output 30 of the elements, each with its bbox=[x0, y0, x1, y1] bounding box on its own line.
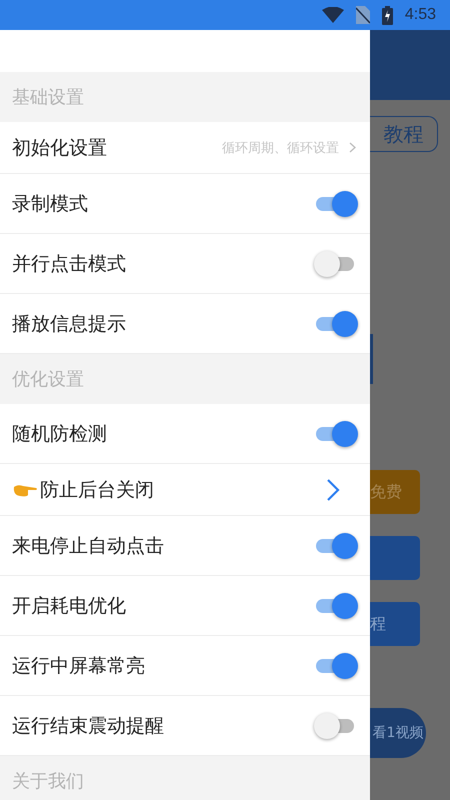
toggle-switch[interactable] bbox=[314, 420, 356, 446]
pointing-hand-icon bbox=[12, 482, 38, 496]
setting-label[interactable]: 防止后台关闭 bbox=[40, 476, 326, 502]
toggle-switch[interactable] bbox=[314, 190, 356, 216]
toggle-switch[interactable] bbox=[314, 652, 356, 678]
setting-label[interactable]: 来电停止自动点击 bbox=[12, 532, 314, 558]
toggle-switch[interactable] bbox=[314, 250, 356, 276]
setting-label[interactable]: 运行结束震动提醒 bbox=[12, 712, 314, 738]
wifi-icon bbox=[322, 7, 344, 23]
section-title: 关于我们 bbox=[12, 770, 84, 793]
toggle-switch[interactable] bbox=[314, 532, 356, 558]
video-button[interactable]: 看1视频 bbox=[370, 708, 426, 758]
content-panel bbox=[370, 334, 373, 384]
section-title: 基础设置 bbox=[12, 86, 84, 109]
setting-label[interactable]: 开启耗电优化 bbox=[12, 592, 314, 618]
setting-label[interactable]: 播放信息提示 bbox=[12, 310, 314, 336]
chevron-right-icon[interactable] bbox=[326, 478, 340, 502]
section-title: 优化设置 bbox=[12, 368, 84, 391]
setting-hint: 循环周期、循环设置 bbox=[222, 140, 339, 156]
setting-label[interactable]: 随机防检测 bbox=[12, 420, 314, 446]
setting-label[interactable]: 运行中屏幕常亮 bbox=[12, 652, 314, 678]
setting-label[interactable]: 并行点击模式 bbox=[12, 250, 314, 276]
setting-label[interactable]: 录制模式 bbox=[12, 190, 314, 216]
setting-label[interactable]: 初始化设置 bbox=[12, 134, 222, 160]
toggle-switch[interactable] bbox=[314, 712, 356, 738]
toggle-switch[interactable] bbox=[314, 310, 356, 336]
toggle-switch[interactable] bbox=[314, 592, 356, 618]
battery-icon bbox=[382, 6, 393, 24]
clock-time: 4:53 bbox=[404, 6, 436, 24]
no-sim-icon bbox=[356, 6, 370, 24]
